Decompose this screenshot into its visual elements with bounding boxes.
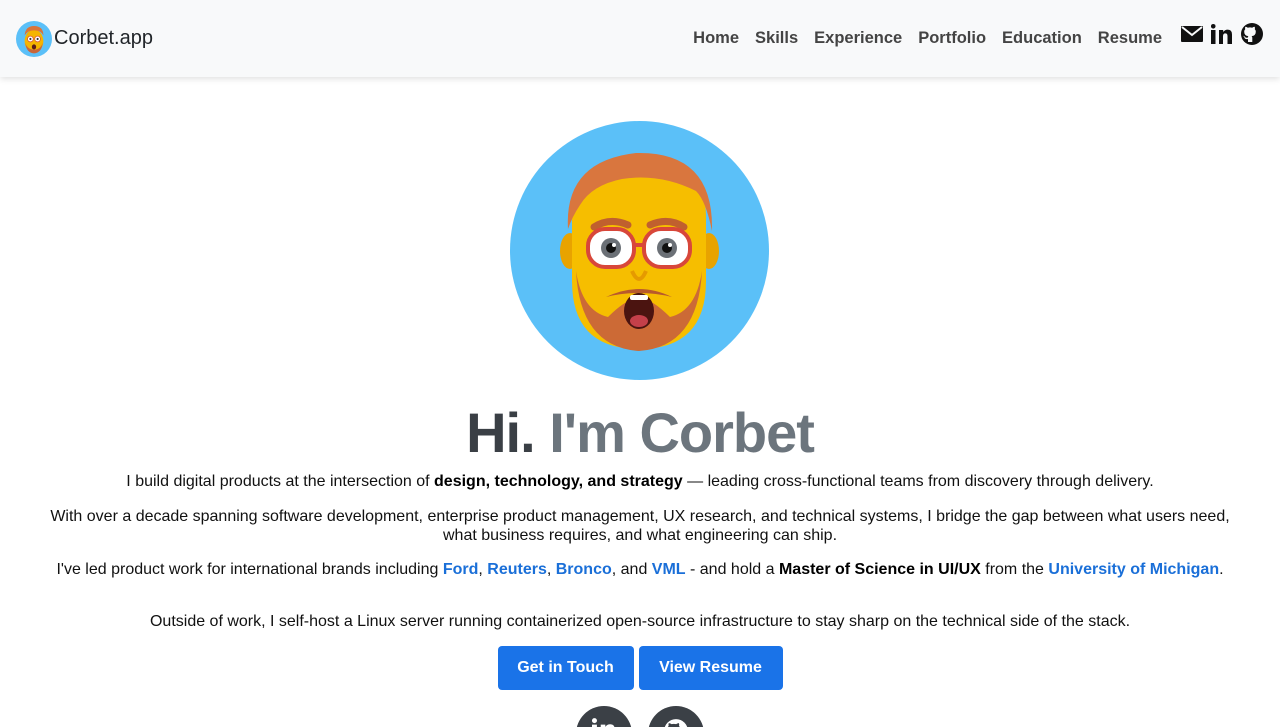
headline-name: I'm Corbet [549, 401, 815, 464]
p3-text-c: from the [980, 561, 1049, 578]
github-icon[interactable] [1240, 22, 1264, 46]
nav-link-education[interactable]: Education [994, 29, 1090, 47]
nav-link-home[interactable]: Home [685, 29, 747, 47]
memoji-avatar-icon [16, 20, 52, 57]
hero-avatar [510, 121, 769, 380]
mail-icon[interactable] [1180, 22, 1204, 46]
nav-links: Home Skills Experience Portfolio Educati… [685, 29, 1170, 48]
nav-link-resume[interactable]: Resume [1090, 29, 1170, 47]
p3-sep: , [478, 561, 488, 578]
headline-hi: Hi. [466, 401, 536, 464]
cta-buttons: Get in Touch View Resume [0, 646, 1280, 690]
p3-sep: , [546, 561, 556, 578]
nav-right: Home Skills Experience Portfolio Educati… [685, 22, 1264, 48]
social-circle-icons [0, 706, 1280, 727]
social-links [1180, 22, 1264, 46]
get-in-touch-button[interactable]: Get in Touch [497, 646, 634, 690]
link-reuters[interactable]: Reuters [487, 561, 547, 578]
view-resume-button[interactable]: View Resume [638, 646, 783, 690]
link-vml[interactable]: VML [652, 561, 686, 578]
p3-text-a: I've led product work for international … [56, 561, 443, 578]
nav-link-experience[interactable]: Experience [806, 29, 910, 47]
p3-text-d: . [1219, 561, 1224, 578]
intro-paragraph-3: I've led product work for international … [40, 560, 1240, 579]
nav-link-skills[interactable]: Skills [747, 29, 806, 47]
github-circle-icon[interactable] [648, 706, 704, 727]
p3-sep: , and [611, 561, 652, 578]
navbar: Corbet.app Home Skills Experience Portfo… [0, 0, 1280, 77]
intro-paragraph-2: With over a decade spanning software dev… [50, 508, 1230, 544]
p1-text-a: I build digital products at the intersec… [126, 473, 435, 490]
link-bronco[interactable]: Bronco [556, 561, 612, 578]
hero-headline: Hi. I'm Corbet [0, 398, 1280, 468]
nav-link-portfolio[interactable]: Portfolio [910, 29, 994, 47]
intro-paragraph-1: I build digital products at the intersec… [40, 472, 1240, 491]
linkedin-icon[interactable] [1210, 22, 1234, 46]
memoji-portrait-icon [560, 152, 719, 351]
link-university-of-michigan[interactable]: University of Michigan [1048, 561, 1219, 578]
degree-text: Master of Science in UI/UX [778, 561, 981, 578]
p1-text-c: — leading cross-functional teams from di… [682, 473, 1154, 490]
brand-name: Corbet.app [54, 27, 153, 49]
link-ford[interactable]: Ford [443, 561, 479, 578]
p3-text-b: - and hold a [685, 561, 779, 578]
brand-link[interactable]: Corbet.app [16, 20, 153, 57]
p1-emphasis: design, technology, and strategy [434, 473, 683, 490]
linkedin-circle-icon[interactable] [576, 706, 632, 727]
intro-paragraph-4: Outside of work, I self-host a Linux ser… [149, 613, 1131, 630]
